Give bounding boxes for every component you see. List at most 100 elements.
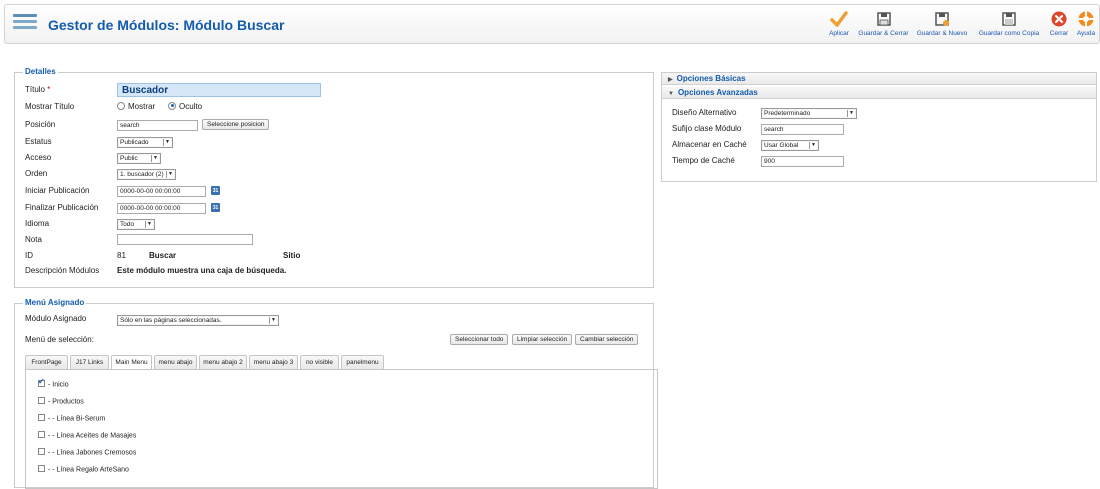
- page-title: Gestor de Módulos: Módulo Buscar: [48, 17, 285, 33]
- menu-item-regalo[interactable]: - - Línea Regalo ArteSano: [38, 465, 129, 473]
- order-select[interactable]: 1. buscador (2) ▼: [117, 169, 176, 180]
- toggle-selection-button[interactable]: Cambiar selección: [575, 334, 639, 345]
- description-value: Este módulo muestra una caja de búsqueda…: [117, 266, 287, 275]
- note-label: Nota: [25, 235, 42, 244]
- order-label: Orden: [25, 169, 48, 178]
- tab-menu-abajo-2[interactable]: menu abajo 2: [199, 355, 247, 369]
- cache-time-input[interactable]: 900: [761, 156, 844, 167]
- calendar-icon[interactable]: 31: [211, 186, 220, 195]
- status-select[interactable]: Publicado ▼: [117, 137, 173, 148]
- chevron-down-icon: ▼: [163, 139, 171, 146]
- access-label: Acceso: [25, 153, 52, 162]
- checkbox-icon[interactable]: [38, 465, 45, 472]
- details-panel: Detalles Título * Buscador Mostrar Títul…: [14, 67, 654, 288]
- id-value: 81: [117, 251, 126, 260]
- checkbox-icon[interactable]: [38, 431, 45, 438]
- publish-up-input[interactable]: 0000-00-00 00:00:00: [117, 186, 206, 197]
- module-client: Sitio: [283, 251, 301, 260]
- publish-down-input[interactable]: 0000-00-00 00:00:00: [117, 203, 206, 214]
- module-assigned-label: Módulo Asignado: [25, 314, 87, 323]
- checkbox-icon[interactable]: [38, 414, 45, 421]
- id-label: ID: [25, 251, 33, 260]
- show-title-option-show[interactable]: Mostrar: [117, 101, 155, 111]
- save-close-button[interactable]: Guardar & Cerrar: [856, 7, 911, 43]
- calendar-icon[interactable]: 31: [211, 203, 220, 212]
- save-copy-icon: [1000, 11, 1018, 27]
- menu-item-bi-serum[interactable]: - - Línea Bi-Serum: [38, 414, 105, 422]
- required-mark: *: [47, 85, 51, 94]
- layout-select[interactable]: Predeterminado ▼: [761, 108, 857, 119]
- checkbox-icon[interactable]: [38, 397, 45, 404]
- select-all-button[interactable]: Seleccionar todo: [450, 334, 509, 345]
- save-new-button[interactable]: Guardar & Nuevo: [913, 7, 971, 43]
- caret-right-icon: ▶: [668, 77, 673, 83]
- description-label: Descripción Módulos: [25, 266, 100, 275]
- chevron-down-icon: ▼: [847, 110, 855, 117]
- layout-label: Diseño Alternativo: [672, 108, 737, 117]
- show-title-option-hide[interactable]: Oculto: [168, 101, 202, 111]
- save-copy-button[interactable]: Guardar como Copia: [974, 7, 1044, 43]
- suffix-label: Sufijo clase Módulo: [672, 124, 742, 133]
- checkbox-icon[interactable]: [38, 448, 45, 455]
- tab-menu-abajo[interactable]: menu abajo: [154, 355, 197, 369]
- save-icon: [875, 11, 893, 27]
- cache-label: Almacenar en Caché: [672, 140, 747, 149]
- radio-icon: [117, 101, 125, 110]
- menu-assignment-legend: Menú Asignado: [23, 298, 87, 307]
- tab-main-menu[interactable]: Main Menu: [111, 355, 152, 370]
- cache-time-label: Tiempo de Caché: [672, 156, 735, 165]
- chevron-down-icon: ▼: [269, 317, 277, 324]
- details-legend: Detalles: [23, 67, 58, 76]
- menu-item-productos[interactable]: - Productos: [38, 397, 84, 405]
- menu-item-inicio[interactable]: - Inicio: [38, 377, 69, 388]
- publish-down-label: Finalizar Publicación: [25, 203, 99, 212]
- position-input[interactable]: search: [117, 120, 198, 131]
- menu-items-list: - Inicio - Productos - - Línea Bi-Serum …: [25, 369, 658, 489]
- close-icon: [1050, 11, 1068, 27]
- note-input[interactable]: [117, 234, 253, 245]
- select-position-button[interactable]: Seleccione posicion: [202, 119, 270, 130]
- checkbox-checked-icon[interactable]: [38, 377, 45, 387]
- check-icon: [830, 11, 848, 28]
- save-new-icon: [933, 11, 951, 27]
- tab-no-visible[interactable]: no visible: [300, 355, 339, 369]
- header-bar: Gestor de Módulos: Módulo Buscar Aplicar…: [4, 4, 1100, 44]
- publish-up-label: Iniciar Publicación: [25, 186, 90, 195]
- clear-selection-button[interactable]: Limpiar selección: [512, 334, 573, 345]
- position-label: Posición: [25, 120, 56, 129]
- chevron-down-icon: ▼: [145, 221, 153, 228]
- basic-options-header[interactable]: ▶ Opciones Básicas: [662, 73, 1096, 85]
- tab-panelmenu[interactable]: panelmenu: [341, 355, 384, 369]
- module-type: Buscar: [149, 251, 177, 260]
- tab-j17-links[interactable]: J17 Links: [70, 355, 109, 369]
- show-title-label: Mostrar Título: [25, 102, 75, 111]
- help-button[interactable]: Ayuda: [1073, 7, 1099, 43]
- title-input[interactable]: Buscador: [117, 83, 321, 97]
- options-panel: ▶ Opciones Básicas ▼ Opciones Avanzadas Di…: [661, 72, 1097, 182]
- tab-frontpage[interactable]: FrontPage: [25, 355, 68, 369]
- chevron-down-icon: ▼: [166, 171, 174, 178]
- tab-menu-abajo-3[interactable]: menu abajo 3: [249, 355, 298, 369]
- module-assigned-select[interactable]: Sólo en las páginas seleccionadas. ▼: [117, 315, 279, 326]
- chevron-down-icon: ▼: [809, 142, 817, 149]
- chevron-down-icon: ▼: [151, 155, 159, 162]
- module-manager-icon: [13, 14, 37, 36]
- selection-label: Menú de selección:: [25, 335, 94, 344]
- title-label: Título: [25, 85, 46, 94]
- selection-row: Menú de selección: Seleccionar todo Limp…: [25, 333, 650, 347]
- radio-selected-icon: [168, 101, 176, 110]
- language-select[interactable]: Todo ▼: [117, 219, 155, 230]
- language-label: Idioma: [25, 219, 50, 228]
- menu-item-aceites[interactable]: - - Línea Aceites de Masajes: [38, 431, 136, 439]
- access-select[interactable]: Public ▼: [117, 153, 161, 164]
- suffix-input[interactable]: search: [761, 124, 844, 135]
- apply-button[interactable]: Aplicar: [824, 7, 854, 43]
- cache-select[interactable]: Usar Global ▼: [761, 140, 819, 151]
- advanced-options-header[interactable]: ▼ Opciones Avanzadas: [662, 87, 1096, 99]
- help-icon: [1077, 11, 1095, 27]
- status-label: Estatus: [25, 137, 52, 146]
- caret-down-icon: ▼: [668, 91, 674, 97]
- menu-assignment-panel: Menú Asignado Módulo Asignado Sólo en la…: [14, 298, 658, 489]
- close-button[interactable]: Cerrar: [1047, 7, 1071, 43]
- menu-item-jabones[interactable]: - - Línea Jabones Cremosos: [38, 448, 136, 456]
